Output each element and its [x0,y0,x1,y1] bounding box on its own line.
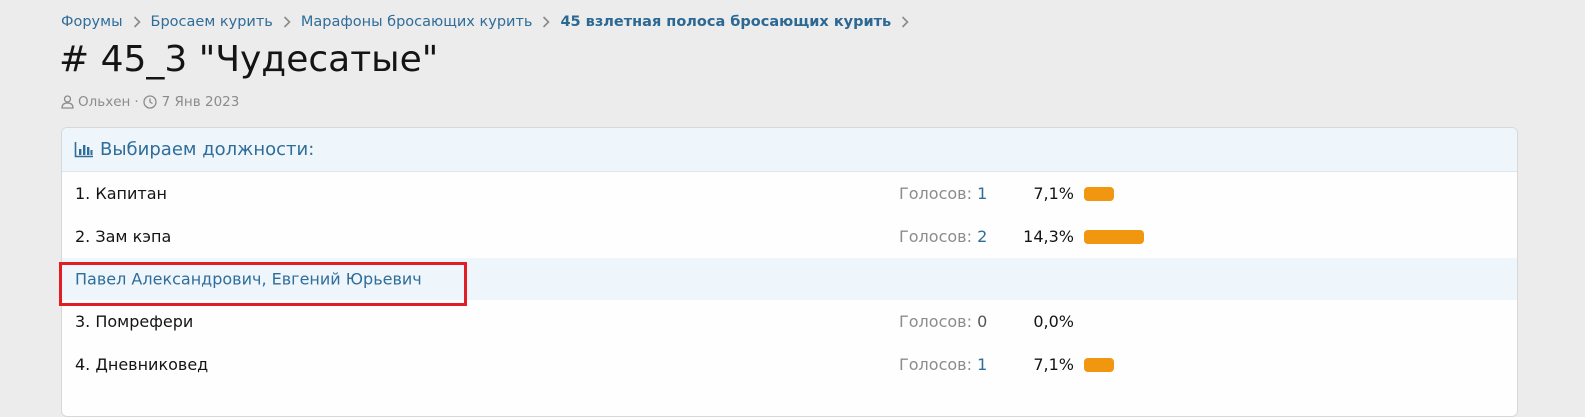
poll-bar [1084,357,1114,372]
user-icon [61,95,74,109]
poll-bar [1084,229,1144,244]
votes-label: Голосов: [899,355,972,374]
votes-label: Голосов: [899,184,972,203]
poll-percent: 0,0% [1033,312,1074,331]
poll-option-label: 2. Зам кэпа [75,227,172,246]
page-title: # 45_3 "Чудесатые" [59,39,439,80]
poll-bar [1084,186,1114,201]
breadcrumb-link-forums[interactable]: Форумы [61,14,123,30]
poll-vote-count: Голосов: 1 [899,355,987,374]
poll-bar-track [1084,315,1204,329]
meta-separator: · [134,94,139,110]
breadcrumb: Форумы Бросаем курить Марафоны бросающих… [61,14,919,30]
poll-vote-count: Голосов: 0 [899,312,987,331]
poll-option-row: 2. Зам кэпа Голосов: 2 14,3% [62,215,1517,258]
author-link[interactable]: Ольхен [78,94,130,110]
bar-chart-icon [74,141,94,158]
breadcrumb-link-marathons[interactable]: Марафоны бросающих курить [301,14,533,30]
thread-meta: Ольхен · 7 Янв 2023 [61,94,239,110]
poll-voters-row: Павел Александрович, Евгений Юрьевич [62,258,1517,300]
voters-link[interactable]: 1 [977,184,987,203]
poll-vote-count: Голосов: 2 [899,227,987,246]
vote-count-value: 0 [977,312,988,331]
chevron-right-icon [901,16,909,28]
chevron-right-icon [283,16,291,28]
breadcrumb-link-runway-45[interactable]: 45 взлетная полоса бросающих курить [560,14,891,30]
poll-voters-names[interactable]: Павел Александрович, Евгений Юрьевич [75,270,422,289]
poll-option-row: 3. Помрефери Голосов: 0 0,0% [62,300,1517,343]
poll-percent: 14,3% [1023,227,1074,246]
date-link[interactable]: 7 Янв 2023 [162,94,240,110]
poll-percent: 7,1% [1033,355,1074,374]
voters-link[interactable]: 2 [977,227,987,246]
clock-icon [142,95,157,109]
poll-option-label: 1. Капитан [75,184,167,203]
poll-block: Выбираем должности: 1. Капитан Голосов: … [61,127,1518,417]
poll-option-row: 1. Капитан Голосов: 1 7,1% [62,172,1517,215]
poll-bar-track [1084,186,1204,201]
poll-option-row: 4. Дневниковед Голосов: 1 7,1% [62,343,1517,386]
votes-label: Голосов: [899,227,972,246]
poll-option-label: 4. Дневниковед [75,355,209,374]
poll-bar-track [1084,229,1204,244]
chevron-right-icon [133,16,141,28]
chevron-right-icon [542,16,551,28]
breadcrumb-link-quit-smoking[interactable]: Бросаем курить [151,14,273,30]
poll-percent: 7,1% [1033,184,1074,203]
votes-label: Голосов: [899,312,972,331]
poll-vote-count: Голосов: 1 [899,184,987,203]
poll-header: Выбираем должности: [62,128,1517,172]
poll-bar-track [1084,357,1204,372]
voters-link[interactable]: 1 [977,355,987,374]
poll-option-label: 3. Помрефери [75,312,194,331]
poll-question: Выбираем должности: [100,139,315,160]
